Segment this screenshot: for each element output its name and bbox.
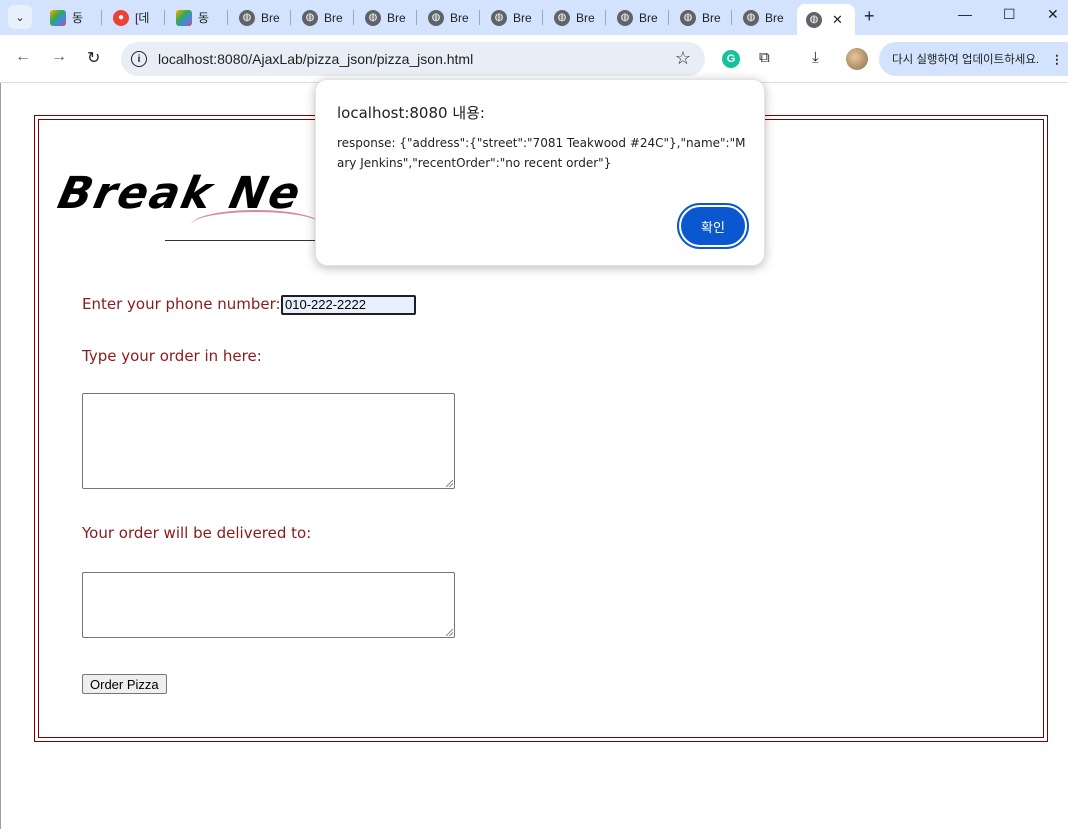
tab-label: Bre (387, 10, 406, 25)
globe-icon: ◍ (743, 9, 759, 26)
more-menu-icon[interactable]: ⋮ (1051, 52, 1063, 66)
address-label: Your order will be delivered to: (82, 524, 312, 542)
tab-9[interactable]: ◍ Bre (544, 4, 595, 31)
tab-7[interactable]: ◍ Bre (418, 4, 469, 31)
dialog-message: response: {"address":{"street":"7081 Tea… (337, 136, 746, 170)
address-bar[interactable]: i localhost:8080/AjaxLab/pizza_json/pizz… (121, 42, 705, 76)
globe-icon: ◍ (302, 9, 318, 26)
globe-icon: ◍ (428, 9, 444, 26)
browser-toolbar: ← → ↻ i localhost:8080/AjaxLab/pizza_jso… (0, 35, 1068, 83)
globe-icon: ◍ (680, 9, 696, 26)
tab-2[interactable]: ● [데 (103, 4, 149, 31)
minimize-button[interactable]: — (958, 6, 972, 22)
tab-label: Bre (765, 10, 784, 25)
extensions-puzzle-icon[interactable]: ⧉ (759, 49, 770, 66)
close-window-button[interactable]: ✕ (1047, 6, 1059, 23)
chevron-down-icon: ⌄ (15, 11, 25, 24)
update-label: 다시 실행하여 업데이트하세요. (892, 54, 1040, 66)
tab-label: Bre (576, 10, 595, 25)
page-logo: Break Ne (53, 168, 307, 219)
tab-label: Bre (450, 10, 469, 25)
tab-5[interactable]: ◍ Bre (292, 4, 343, 31)
tab-active[interactable]: ◍ ✕ (797, 4, 855, 35)
grammarly-extension-icon[interactable]: G (722, 50, 740, 68)
site-info-icon[interactable]: i (131, 51, 147, 67)
globe-icon: ◍ (239, 9, 255, 26)
tab-label: Bre (261, 10, 280, 25)
tab-label: Bre (513, 10, 532, 25)
bookmark-star-icon[interactable]: ☆ (675, 48, 691, 69)
red-logo-icon: ● (113, 9, 129, 26)
close-icon[interactable]: ✕ (832, 12, 843, 28)
phone-label: Enter your phone number: (82, 295, 281, 313)
tab-3[interactable]: 동 (166, 4, 209, 31)
tab-11[interactable]: ◍ Bre (670, 4, 721, 31)
dialog-title: localhost:8080 내용: (337, 104, 485, 122)
tab-12[interactable]: ◍ Bre (733, 4, 784, 31)
tab-label: 동 (198, 11, 210, 25)
tab-label: Bre (324, 10, 343, 25)
order-pizza-button[interactable]: Order Pizza (82, 674, 167, 694)
address-textarea[interactable] (82, 572, 455, 638)
tab-8[interactable]: ◍ Bre (481, 4, 532, 31)
download-icon[interactable]: ⤓ (812, 49, 819, 66)
globe-icon: ◍ (806, 11, 822, 28)
order-textarea[interactable] (82, 393, 455, 489)
logo-underline (165, 240, 325, 241)
tab-search-button[interactable]: ⌄ (8, 5, 32, 29)
tab-10[interactable]: ◍ Bre (607, 4, 658, 31)
globe-icon: ◍ (554, 9, 570, 26)
tab-label: Bre (639, 10, 658, 25)
globe-icon: ◍ (617, 9, 633, 26)
tab-6[interactable]: ◍ Bre (355, 4, 406, 31)
maximize-button[interactable]: ☐ (1003, 6, 1016, 23)
tab-label: Bre (702, 10, 721, 25)
hand-logo-icon (50, 9, 66, 26)
forward-arrow-icon[interactable]: → (51, 48, 67, 66)
tab-label: [데 (135, 11, 150, 25)
profile-avatar[interactable] (846, 48, 868, 70)
hand-logo-icon (176, 9, 192, 26)
tab-strip: ⌄ 동 ● [데 동 ◍ Bre ◍ Bre ◍ Bre ◍ Bre ◍ Bre… (0, 0, 1068, 35)
globe-icon: ◍ (365, 9, 381, 26)
reload-icon[interactable]: ↻ (87, 48, 100, 68)
tab-label: 동 (72, 11, 84, 25)
alert-dialog: localhost:8080 내용: response: {"address":… (315, 79, 765, 266)
new-tab-button[interactable]: + (864, 6, 875, 27)
update-button[interactable]: 다시 실행하여 업데이트하세요. ⋮ (879, 42, 1068, 76)
globe-icon: ◍ (491, 9, 507, 26)
order-label: Type your order in here: (82, 347, 262, 365)
dialog-ok-button[interactable]: 확인 (677, 203, 749, 249)
tab-1[interactable]: 동 (40, 4, 83, 31)
back-arrow-icon[interactable]: ← (15, 48, 31, 66)
tab-4[interactable]: ◍ Bre (229, 4, 280, 31)
url-text[interactable]: localhost:8080/AjaxLab/pizza_json/pizza_… (158, 51, 473, 67)
phone-input[interactable]: 010-222-2222 (281, 295, 416, 315)
